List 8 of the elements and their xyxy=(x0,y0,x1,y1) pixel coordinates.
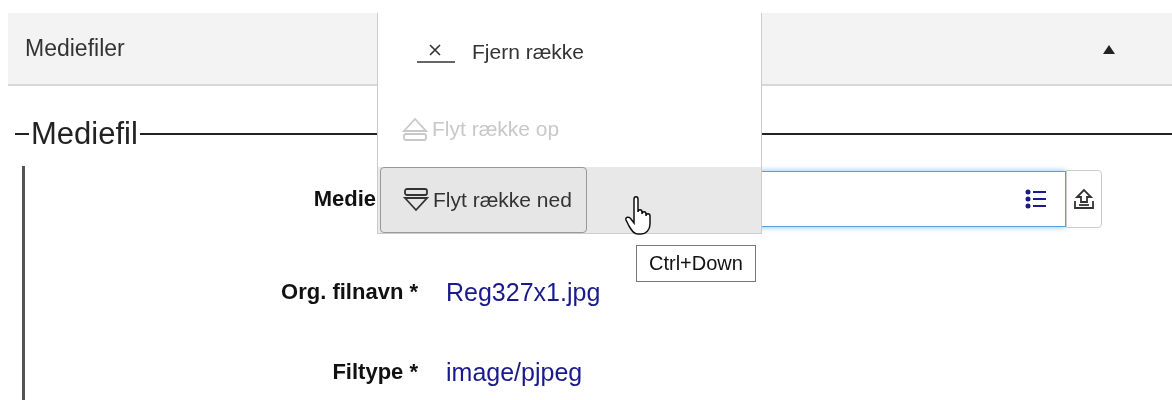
field-value: Reg327x1.jpg xyxy=(446,277,601,307)
field-label: Filtype * xyxy=(332,359,418,385)
field-label: Org. filnavn * xyxy=(281,279,418,305)
field-value: image/pjpeg xyxy=(446,357,583,387)
field-label: Medie xyxy=(313,186,376,212)
fieldset-legend: Mediefil xyxy=(29,116,140,152)
panel-title: Mediefiler xyxy=(25,35,125,62)
shortcut-tooltip: Ctrl+Down xyxy=(636,245,756,282)
